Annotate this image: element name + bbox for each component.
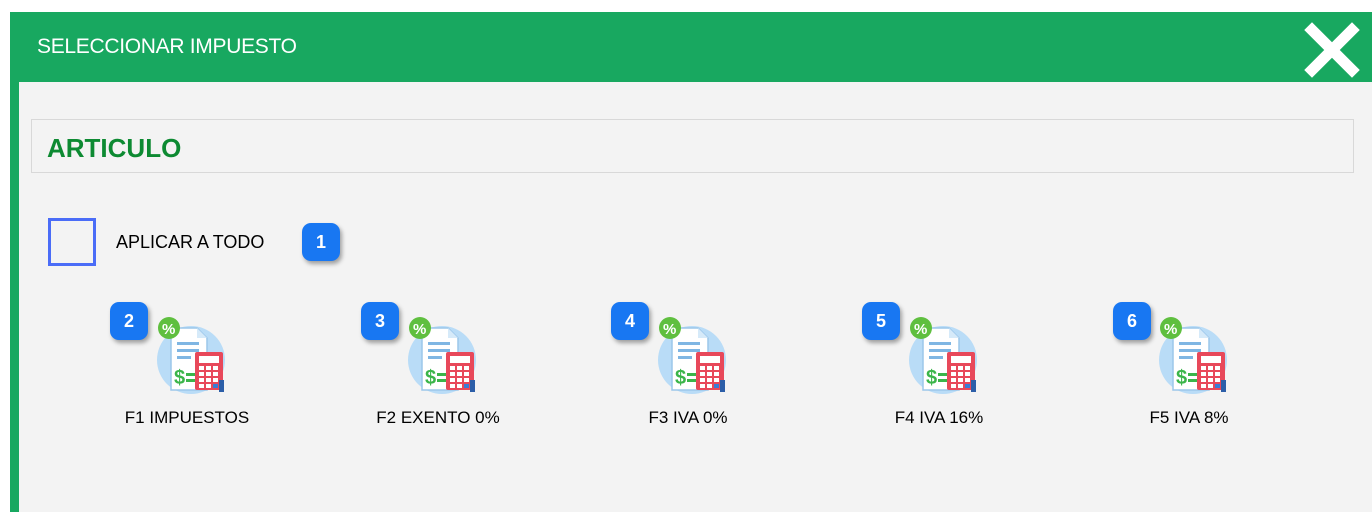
tax-calculator-icon: $ % [658, 317, 726, 394]
svg-text:$: $ [675, 367, 686, 389]
tax-calculator-icon: $ % [408, 317, 476, 394]
dialog-title: SELECCIONAR IMPUESTO [37, 35, 297, 58]
tax-select-dialog: SELECCIONAR IMPUESTO ARTICULO APLICAR A … [10, 12, 1372, 512]
hint-badge: 4 [611, 302, 649, 340]
svg-text:%: % [1164, 321, 1177, 338]
apply-all-checkbox-row[interactable]: APLICAR A TODO [48, 215, 264, 269]
close-button[interactable] [1304, 22, 1360, 78]
svg-text:%: % [663, 321, 676, 338]
tax-option-label: F3 IVA 0% [648, 408, 728, 427]
title-bar: SELECCIONAR IMPUESTO [10, 12, 1372, 82]
svg-text:$: $ [174, 367, 185, 389]
tax-calculator-icon: $ % [1159, 317, 1227, 394]
svg-text:$: $ [926, 367, 937, 389]
svg-text:%: % [413, 321, 426, 338]
tax-option-label: F2 EXENTO 0% [376, 408, 500, 427]
section-header: ARTICULO [31, 119, 1354, 173]
close-icon [1304, 22, 1360, 78]
tax-option-label: F1 IMPUESTOS [124, 408, 250, 427]
tax-calculator-icon: $ % [909, 317, 977, 394]
hint-badge: 1 [302, 223, 340, 261]
tax-option-label: F4 IVA 16% [894, 408, 984, 427]
tax-option-label: F5 IVA 8% [1149, 408, 1229, 427]
apply-all-label: APLICAR A TODO [116, 231, 265, 252]
hint-badge: 3 [361, 302, 399, 340]
svg-text:%: % [162, 321, 175, 338]
hint-badge: 6 [1113, 302, 1151, 340]
svg-text:$: $ [1176, 367, 1187, 389]
hint-badge: 2 [110, 302, 148, 340]
svg-text:%: % [914, 321, 927, 338]
section-title: ARTICULO [47, 133, 182, 163]
tax-calculator-icon: $ % [157, 317, 225, 394]
svg-text:$: $ [425, 367, 436, 389]
apply-all-checkbox[interactable] [48, 218, 96, 266]
hint-badge: 5 [862, 302, 900, 340]
